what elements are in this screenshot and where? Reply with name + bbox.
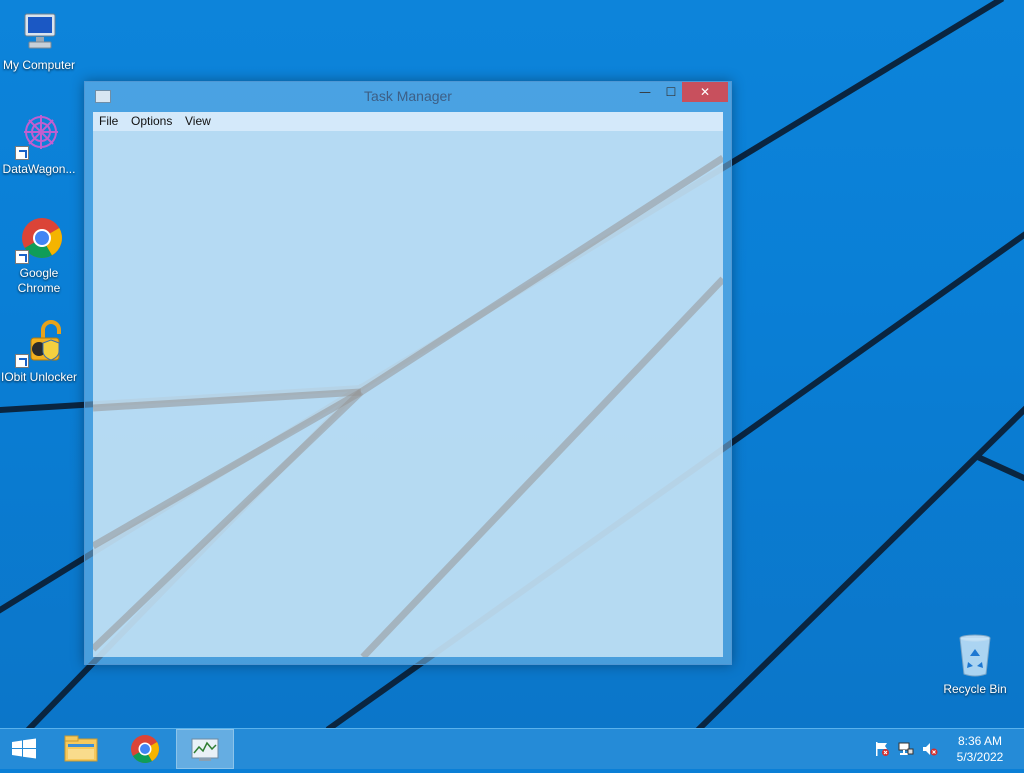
shortcut-arrow-icon [15, 146, 29, 160]
google-chrome-icon [15, 216, 63, 264]
window-content: File Options View [93, 112, 723, 657]
clock-time: 8:36 AM [957, 734, 1003, 748]
network-icon[interactable] [898, 741, 914, 757]
shortcut-arrow-icon [15, 250, 29, 264]
close-button[interactable]: ✕ [682, 82, 728, 102]
desktop-icon-label: My Computer [2, 58, 76, 72]
desktop-icon-google-chrome[interactable]: Google Chrome [0, 216, 78, 296]
menu-view[interactable]: View [185, 114, 211, 128]
menu-file[interactable]: File [99, 114, 118, 128]
maximize-button[interactable]: ☐ [659, 82, 683, 102]
wallpaper-lines-through-glass [93, 155, 723, 657]
menu-options[interactable]: Options [131, 114, 172, 128]
desktop-icon-label: IObit Unlocker [0, 370, 78, 384]
title-bar[interactable]: Task Manager — ☐ ✕ [85, 82, 731, 112]
minimize-button[interactable]: — [633, 82, 657, 102]
menu-bar: File Options View [93, 112, 723, 131]
start-icon [12, 738, 36, 759]
desktop-icon-label: Recycle Bin [943, 682, 1007, 696]
desktop-icon-recycle-bin[interactable]: Recycle Bin [936, 632, 1014, 697]
recycle-bin-icon [951, 632, 999, 680]
datawagon-icon [15, 112, 63, 160]
iobit-unlocker-icon [15, 320, 63, 368]
taskbar-google-chrome[interactable] [120, 729, 170, 769]
desktop-icon-my-computer[interactable]: My Computer [0, 8, 78, 73]
desktop: My Computer DataWagon... Google Chrome I… [0, 0, 1024, 728]
file-explorer-icon [64, 735, 98, 762]
google-chrome-icon [131, 735, 159, 763]
shortcut-arrow-icon [15, 354, 29, 368]
start-button[interactable] [0, 729, 48, 769]
action-center-flag-icon[interactable] [874, 741, 890, 757]
desktop-icon-label: Google Chrome [17, 266, 61, 295]
clock-date: 5/3/2022 [956, 750, 1004, 764]
taskbar-file-explorer[interactable] [56, 729, 106, 769]
desktop-icon-datawagon[interactable]: DataWagon... [0, 112, 78, 177]
task-manager-icon [191, 738, 219, 761]
task-manager-window[interactable]: Task Manager — ☐ ✕ File Options View [84, 81, 732, 665]
taskbar: 8:36 AM 5/3/2022 [0, 728, 1024, 769]
system-clock[interactable]: 8:36 AM 5/3/2022 [944, 733, 1016, 765]
desktop-icon-label: DataWagon... [2, 162, 76, 176]
volume-muted-icon[interactable] [922, 741, 938, 757]
desktop-icon-iobit-unlocker[interactable]: IObit Unlocker [0, 320, 78, 385]
my-computer-icon [15, 8, 63, 56]
taskbar-task-manager[interactable] [176, 729, 234, 769]
